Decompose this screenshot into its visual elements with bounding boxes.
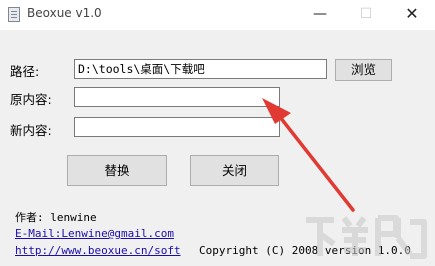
browse-button[interactable]: 浏览: [335, 59, 392, 81]
new-content-input[interactable]: [74, 117, 280, 137]
close-window-button[interactable]: ✕: [389, 0, 435, 30]
app-window: Beoxue v1.0 — ☐ ✕ 路径: D:\tools\桌面\下载吧 浏览…: [0, 0, 435, 266]
maximize-button[interactable]: ☐: [343, 0, 389, 30]
app-icon: [8, 7, 20, 22]
path-label: 路径:: [10, 64, 40, 79]
title-bar[interactable]: Beoxue v1.0 — ☐ ✕: [0, 0, 435, 30]
path-input[interactable]: D:\tools\桌面\下载吧: [74, 59, 327, 79]
email-link[interactable]: E-Mail:Lenwine@gmail.com: [15, 227, 174, 240]
close-button[interactable]: 关闭: [190, 155, 279, 186]
author-text: 作者: lenwine: [15, 211, 97, 224]
copyright-text: Copyright (C) 2008 version 1.0.0: [199, 244, 411, 257]
original-content-label: 原内容:: [10, 92, 52, 107]
original-content-input[interactable]: [74, 87, 280, 107]
replace-button[interactable]: 替换: [67, 155, 167, 186]
website-link[interactable]: http://www.beoxue.cn/soft: [15, 244, 181, 257]
window-title: Beoxue v1.0: [27, 6, 102, 20]
minimize-button[interactable]: —: [297, 0, 343, 30]
new-content-label: 新内容:: [10, 123, 52, 138]
